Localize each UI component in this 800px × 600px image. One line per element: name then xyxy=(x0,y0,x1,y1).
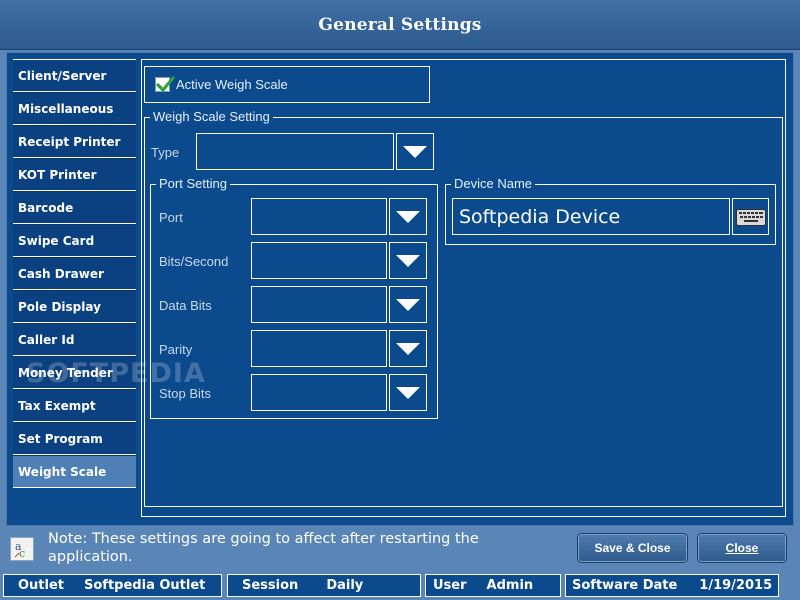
data-bits-dropdown-button[interactable] xyxy=(389,286,427,323)
chevron-down-icon xyxy=(396,342,420,355)
save-close-button[interactable]: Save & Close xyxy=(577,533,688,563)
status-user-value: Admin xyxy=(486,578,534,593)
sidebar-item-pole-display[interactable]: Pole Display xyxy=(13,290,136,323)
sidebar-item-tax-exempt[interactable]: Tax Exempt xyxy=(13,389,136,422)
type-label: Type xyxy=(151,145,180,160)
chevron-down-icon xyxy=(396,254,420,267)
status-software-date-value: 1/19/2015 xyxy=(699,578,773,593)
sidebar-item-receipt-printer[interactable]: Receipt Printer xyxy=(13,125,136,158)
sidebar-item-swipe-card[interactable]: Swipe Card xyxy=(13,224,136,257)
status-user-label: User xyxy=(433,578,467,593)
weigh-scale-setting-legend: Weigh Scale Setting xyxy=(150,109,273,125)
chevron-down-icon xyxy=(396,210,420,223)
settings-sidebar: Client/Server Miscellaneous Receipt Prin… xyxy=(13,59,136,488)
status-software-date: Software Date 1/19/2015 xyxy=(565,574,779,597)
parity-dropdown-button[interactable] xyxy=(389,330,427,367)
sidebar-item-caller-id[interactable]: Caller Id xyxy=(13,323,136,356)
sidebar-item-client-server[interactable]: Client/Server xyxy=(13,59,136,92)
close-button[interactable]: Close xyxy=(697,533,787,563)
parity-select[interactable] xyxy=(251,330,387,367)
chevron-down-icon xyxy=(396,386,420,399)
sidebar-item-set-program[interactable]: Set Program xyxy=(13,422,136,455)
status-session-label: Session xyxy=(242,578,299,593)
status-user: User Admin xyxy=(425,574,561,597)
title-bar: General Settings xyxy=(0,0,800,50)
sidebar-item-kot-printer[interactable]: KOT Printer xyxy=(13,158,136,191)
sidebar-item-cash-drawer[interactable]: Cash Drawer xyxy=(13,257,136,290)
chevron-down-icon xyxy=(396,298,420,311)
keyboard-icon xyxy=(735,208,766,226)
parity-label: Parity xyxy=(159,342,193,357)
restart-note: Note: These settings are going to affect… xyxy=(48,531,479,565)
device-name-input[interactable]: Softpedia Device xyxy=(452,198,730,235)
stop-bits-label: Stop Bits xyxy=(159,386,212,401)
active-weigh-scale-label: Active Weigh Scale xyxy=(176,77,288,92)
bits-second-label: Bits/Second xyxy=(159,254,229,269)
svg-text:c: c xyxy=(19,547,25,560)
content-area: Client/Server Miscellaneous Receipt Prin… xyxy=(6,52,794,526)
note-icon: a c xyxy=(10,537,34,561)
type-dropdown-button[interactable] xyxy=(396,133,434,170)
status-outlet: Outlet Softpedia Outlet xyxy=(3,574,222,597)
settings-window: General Settings Client/Server Miscellan… xyxy=(0,0,800,600)
sidebar-item-money-tender[interactable]: Money Tender xyxy=(13,356,136,389)
window-title: General Settings xyxy=(318,14,482,35)
stop-bits-dropdown-button[interactable] xyxy=(389,374,427,411)
status-session-value: Daily xyxy=(326,578,364,593)
data-bits-select[interactable] xyxy=(251,286,387,323)
status-outlet-value: Softpedia Outlet xyxy=(84,578,206,593)
sidebar-item-barcode[interactable]: Barcode xyxy=(13,191,136,224)
status-outlet-label: Outlet xyxy=(18,578,65,593)
keyboard-button[interactable] xyxy=(732,198,769,235)
checkmark-icon xyxy=(156,76,175,92)
chevron-down-icon xyxy=(403,145,427,158)
status-software-date-label: Software Date xyxy=(572,578,678,593)
port-dropdown-button[interactable] xyxy=(389,198,427,235)
port-setting-legend: Port Setting xyxy=(156,176,230,192)
spellcheck-icon: a c xyxy=(14,540,25,560)
sidebar-item-miscellaneous[interactable]: Miscellaneous xyxy=(13,92,136,125)
device-name-legend: Device Name xyxy=(451,176,536,192)
status-bar: Outlet Softpedia Outlet Session Daily Us… xyxy=(0,571,800,600)
bits-second-dropdown-button[interactable] xyxy=(389,242,427,279)
port-select[interactable] xyxy=(251,198,387,235)
stop-bits-select[interactable] xyxy=(251,374,387,411)
bits-second-select[interactable] xyxy=(251,242,387,279)
type-select[interactable] xyxy=(196,133,394,170)
status-session: Session Daily xyxy=(227,574,421,597)
port-label: Port xyxy=(159,210,183,225)
active-weigh-scale-box: Active Weigh Scale xyxy=(144,66,430,103)
active-weigh-scale-checkbox[interactable] xyxy=(155,76,175,92)
sidebar-item-weight-scale[interactable]: Weight Scale xyxy=(13,455,136,488)
data-bits-label: Data Bits xyxy=(159,298,212,313)
